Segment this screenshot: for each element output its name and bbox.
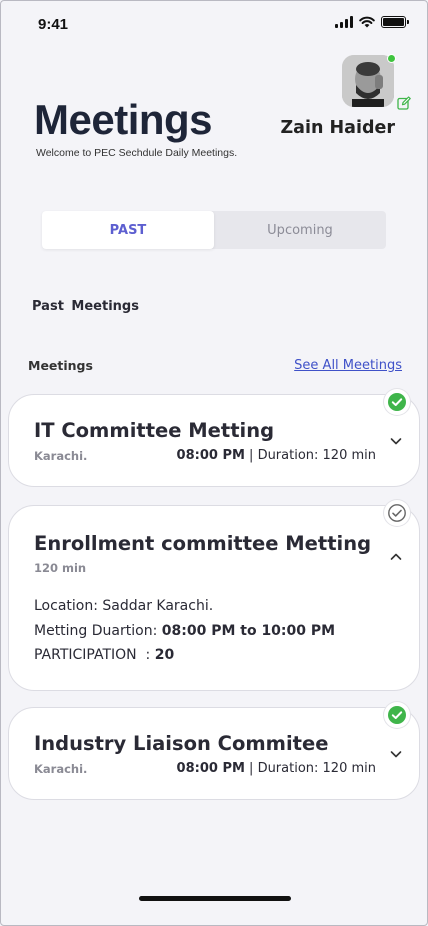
meeting-title: Enrollment committee Metting (34, 532, 372, 555)
edit-profile-icon[interactable] (397, 96, 411, 110)
battery-icon (381, 16, 409, 28)
chevron-up-icon[interactable] (389, 550, 403, 564)
online-status-dot (387, 54, 396, 63)
meeting-participation-detail: PARTICIPATION : 20 (34, 647, 174, 663)
page-title: Meetings (34, 96, 213, 143)
meeting-tabs: PAST Upcoming (42, 211, 386, 249)
participation-label: PARTICIPATION : (34, 647, 155, 663)
user-name: Zain Haider (280, 118, 395, 138)
meeting-location: Karachi. (34, 762, 88, 776)
status-check-icon (384, 702, 410, 728)
chevron-down-icon[interactable] (389, 747, 403, 761)
meeting-duration: Duration: 120 min (257, 448, 376, 463)
meeting-duration-detail: Metting Duartion: 08:00 PM to 10:00 PM (34, 623, 335, 639)
signal-icon (335, 16, 353, 28)
meeting-separator: | (244, 448, 258, 463)
meeting-title: IT Committee Metting (34, 419, 275, 442)
meeting-schedule: 08:00 PM | Duration: 120 min (177, 448, 376, 463)
wifi-icon (359, 16, 375, 28)
home-indicator[interactable] (139, 896, 291, 901)
meeting-card[interactable]: Industry Liaison Commitee Karachi. 08:00… (8, 702, 420, 800)
profile-avatar[interactable] (342, 54, 396, 107)
meeting-time: 08:00 PM (176, 761, 245, 776)
page-subtitle: Welcome to PEC Sechdule Daily Meetings. (36, 147, 238, 159)
meeting-title: Industry Liaison Commitee (34, 732, 329, 755)
meeting-subtitle: 120 min (34, 561, 87, 575)
meeting-card-expanded[interactable]: Enrollment committee Metting 120 min Loc… (8, 500, 420, 691)
meeting-time: 08:00 PM (176, 448, 245, 463)
tab-upcoming[interactable]: Upcoming (214, 211, 386, 249)
chevron-down-icon[interactable] (389, 434, 403, 448)
meeting-card[interactable]: IT Committee Metting Karachi. 08:00 PM |… (8, 389, 420, 487)
tab-past[interactable]: PAST (42, 211, 214, 249)
meeting-schedule: 08:00 PM | Duration: 120 min (177, 761, 376, 776)
meetings-list-label: Meetings (28, 358, 93, 373)
section-title: Past Meetings (32, 299, 139, 314)
status-check-outline-icon (384, 500, 410, 526)
status-time: 9:41 (38, 16, 69, 33)
meeting-location-detail: Location: Saddar Karachi. (34, 598, 214, 614)
status-icons (335, 16, 409, 28)
duration-value: 08:00 PM to 10:00 PM (161, 623, 336, 639)
participation-value: 20 (154, 647, 175, 663)
see-all-meetings-link[interactable]: See All Meetings (294, 358, 402, 373)
duration-label: Metting Duartion: (34, 623, 162, 639)
status-check-icon (384, 389, 410, 415)
avatar-image (342, 55, 394, 107)
meeting-location: Karachi. (34, 449, 88, 463)
meeting-separator: | (244, 761, 258, 776)
meeting-duration: Duration: 120 min (257, 761, 376, 776)
